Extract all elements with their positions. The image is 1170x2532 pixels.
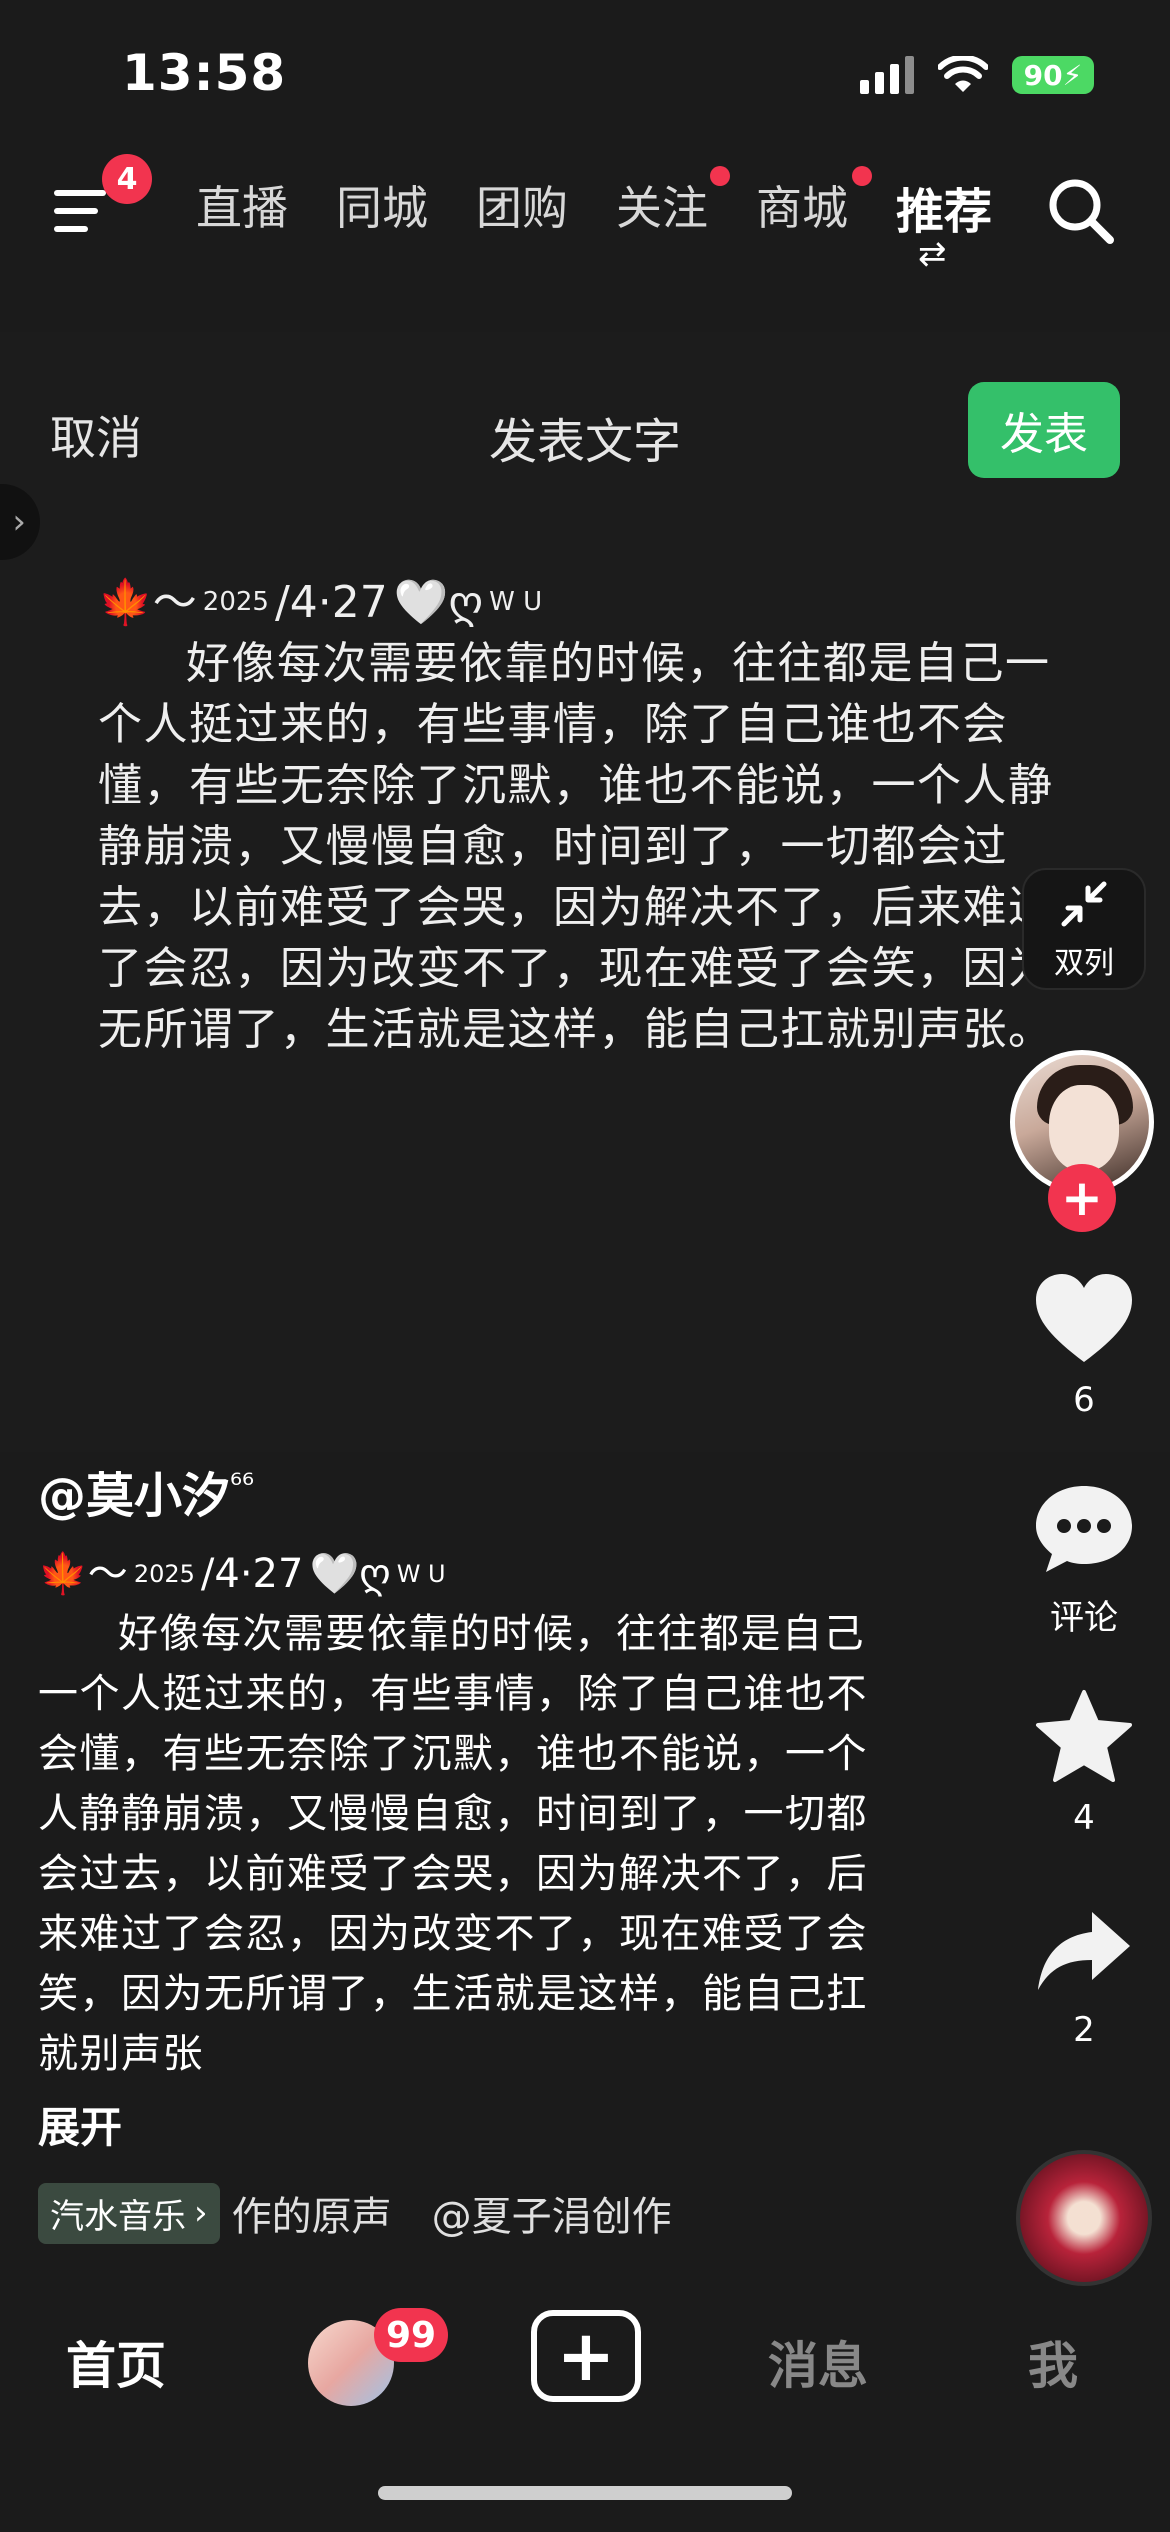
post-header-prefix: 🍁～ xyxy=(98,577,197,628)
author-name[interactable]: @莫小汐⁶⁶ xyxy=(38,1456,254,1526)
screen: 13:58 90 ⚡ 4 直播 同城 团购 关注 商城 推荐 ⇄ 发表文字 取消… xyxy=(0,0,1170,2532)
author-handle: @莫小汐 xyxy=(38,1468,231,1524)
tab-group-buy[interactable]: 团购 xyxy=(476,172,568,238)
publish-button[interactable]: 发表 xyxy=(968,382,1120,478)
like-count: 6 xyxy=(1073,1380,1095,1420)
text-post-panel: 发表文字 取消 发表 › 🍁～ 2025 /4·27 🤍ღ W U 好像每次需要… xyxy=(0,332,1170,1452)
collapse-icon xyxy=(1061,881,1107,927)
post-header-date: /4·27 xyxy=(274,577,388,628)
comment-button[interactable]: 评论 xyxy=(1010,1480,1158,1639)
comment-icon xyxy=(1036,1486,1132,1572)
author-sup: ⁶⁶ xyxy=(230,1468,255,1503)
wifi-icon xyxy=(938,56,988,92)
caption-body: 好像每次需要依靠的时候，往往都是自己一个人挺过来的，有些事情，除了自己谁也不会懂… xyxy=(38,1611,868,2077)
star-icon xyxy=(1036,1690,1132,1782)
share-button[interactable]: 2 xyxy=(1010,1906,1158,2050)
tab-local[interactable]: 同城 xyxy=(336,172,428,238)
chevron-right-icon: › xyxy=(194,2193,208,2233)
caption-header-sup: W U xyxy=(396,1560,446,1588)
status-icons: 90 ⚡ xyxy=(860,56,1094,94)
favorite-count: 4 xyxy=(1073,1798,1095,1838)
music-tag[interactable]: 汽水音乐 › xyxy=(38,2182,220,2244)
expand-button[interactable]: 展开 xyxy=(38,2094,122,2155)
post-body: 好像每次需要依靠的时候，往往都是自己一个人挺过来的，有些事情，除了自己谁也不会懂… xyxy=(98,638,1054,1055)
post-header-year: 2025 xyxy=(202,587,269,617)
favorite-button[interactable]: 4 xyxy=(1010,1688,1158,1838)
caption-header: 🍁～ 2025 /4·27 🤍ღ W U xyxy=(38,1544,898,1604)
music-tag-label: 汽水音乐 xyxy=(50,2196,186,2237)
swap-icon: ⇄ xyxy=(918,234,947,274)
tab-messages[interactable]: 消息 xyxy=(768,2326,868,2398)
tab-following[interactable]: 关注 xyxy=(616,172,708,238)
cancel-button[interactable]: 取消 xyxy=(50,402,142,468)
post-header-suffix: 🤍ღ xyxy=(393,577,484,628)
post-text: 🍁～ 2025 /4·27 🤍ღ W U 好像每次需要依靠的时候，往往都是自己一… xyxy=(98,572,1058,1060)
top-navigation: 4 直播 同城 团购 关注 商城 推荐 ⇄ xyxy=(0,154,1170,274)
plus-icon: + xyxy=(556,2315,616,2397)
caption-header-prefix: 🍁～ xyxy=(38,1551,128,1597)
avatar-face xyxy=(1049,1085,1119,1171)
dual-column-label: 双列 xyxy=(1054,946,1114,981)
status-time: 13:58 xyxy=(122,44,287,102)
battery-icon: 90 ⚡ xyxy=(1012,56,1094,94)
share-count: 2 xyxy=(1073,2010,1095,2050)
battery-level: 90 xyxy=(1023,58,1063,92)
tab-me[interactable]: 我 xyxy=(1028,2326,1078,2398)
like-button[interactable]: 6 xyxy=(1010,1270,1158,1420)
comment-label: 评论 xyxy=(1050,1598,1118,1638)
signal-icon xyxy=(860,56,914,94)
share-icon xyxy=(1038,1912,1130,1990)
bottom-tab-bar: 首页 99 + 消息 我 xyxy=(0,2290,1170,2450)
following-dot xyxy=(710,166,730,186)
music-title: 作的原声 @夏子涓创作 xyxy=(231,2194,672,2240)
follow-plus-button[interactable]: + xyxy=(1048,1164,1116,1232)
caption-text: 🍁～ 2025 /4·27 🤍ღ W U 好像每次需要依靠的时候，往往都是自己一… xyxy=(38,1544,898,2084)
music-disc[interactable] xyxy=(1016,2150,1152,2286)
tab-mall[interactable]: 商城 xyxy=(756,172,848,238)
post-header-sup: W U xyxy=(489,587,543,617)
tab-home[interactable]: 首页 xyxy=(66,2326,166,2398)
heart-icon xyxy=(1036,1274,1132,1362)
tab-recommended[interactable]: 推荐 xyxy=(896,172,992,242)
post-header: 🍁～ 2025 /4·27 🤍ღ W U xyxy=(98,572,1058,633)
menu-badge: 4 xyxy=(102,154,152,204)
menu-icon-line xyxy=(54,208,98,214)
home-indicator xyxy=(378,2486,792,2500)
tab-live[interactable]: 直播 xyxy=(196,172,288,238)
caption-header-year: 2025 xyxy=(133,1560,195,1588)
dual-column-button[interactable]: 双列 xyxy=(1022,868,1146,990)
friends-badge: 99 xyxy=(374,2308,448,2362)
side-panel-chevron-icon[interactable]: › xyxy=(0,484,40,560)
caption-header-date: /4·27 xyxy=(200,1551,304,1597)
music-row[interactable]: 汽水音乐 › 作的原声 @夏子涓创作 xyxy=(38,2182,718,2244)
search-icon[interactable] xyxy=(1044,174,1118,248)
menu-button[interactable] xyxy=(50,180,110,240)
caption-header-suffix: 🤍ღ xyxy=(309,1551,391,1597)
menu-icon-line xyxy=(54,226,88,232)
menu-icon xyxy=(54,190,106,196)
mall-dot xyxy=(852,166,872,186)
create-button[interactable]: + xyxy=(531,2310,641,2402)
